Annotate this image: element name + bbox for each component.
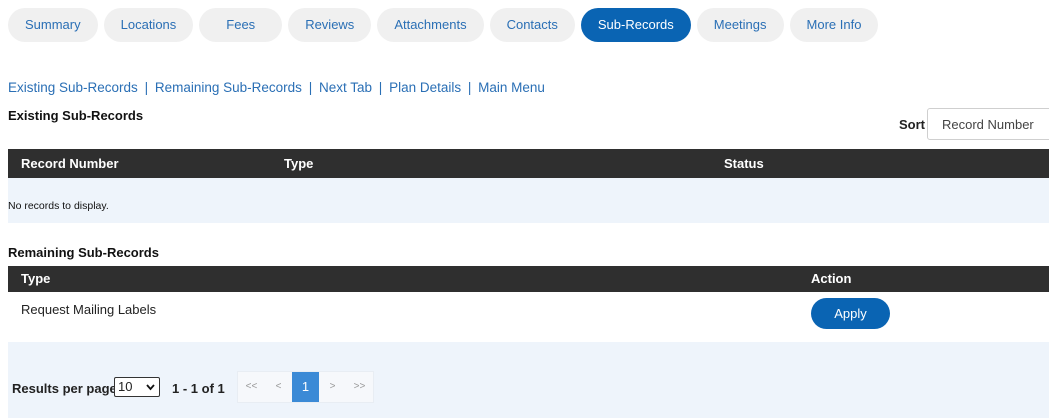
header-type: Type xyxy=(21,271,51,286)
link-main-menu[interactable]: Main Menu xyxy=(478,80,545,95)
link-next-tab[interactable]: Next Tab xyxy=(319,80,372,95)
link-separator: | xyxy=(308,80,313,95)
tab-summary[interactable]: Summary xyxy=(8,8,98,42)
tab-sub-records[interactable]: Sub-Records xyxy=(580,8,691,42)
sort-label: Sort xyxy=(899,117,925,132)
link-separator: | xyxy=(144,80,149,95)
link-separator: | xyxy=(378,80,383,95)
apply-button[interactable]: Apply xyxy=(811,298,890,329)
remaining-sub-records-title: Remaining Sub-Records xyxy=(8,245,159,260)
header-type[interactable]: Type xyxy=(284,149,313,178)
pagination-bar xyxy=(8,342,1049,418)
section-links: Existing Sub-Records | Remaining Sub-Rec… xyxy=(8,80,545,95)
results-per-page-value: 10 xyxy=(118,379,133,394)
existing-table-header: Record Number Type Status xyxy=(8,149,1049,178)
tab-bar: Summary Locations Fees Reviews Attachmen… xyxy=(8,8,879,42)
first-page-button[interactable]: << xyxy=(238,372,265,402)
link-plan-details[interactable]: Plan Details xyxy=(389,80,461,95)
link-remaining-sub-records[interactable]: Remaining Sub-Records xyxy=(155,80,302,95)
existing-sub-records-title: Existing Sub-Records xyxy=(8,108,144,123)
chevron-down-icon xyxy=(146,378,155,402)
remaining-table-header: Type Action xyxy=(8,266,1049,292)
pagination: << < 1 > >> xyxy=(237,371,374,403)
tab-reviews[interactable]: Reviews xyxy=(288,8,372,42)
link-existing-sub-records[interactable]: Existing Sub-Records xyxy=(8,80,138,95)
header-status[interactable]: Status xyxy=(724,149,764,178)
no-records-message: No records to display. xyxy=(8,200,109,212)
previous-page-button[interactable]: < xyxy=(265,372,292,402)
existing-empty-row: No records to display. xyxy=(8,178,1049,223)
results-per-page-select[interactable]: 10 xyxy=(114,377,160,397)
row-type-text: Request Mailing Labels xyxy=(21,302,157,317)
header-record-number[interactable]: Record Number xyxy=(21,149,119,178)
tab-locations[interactable]: Locations xyxy=(103,8,194,42)
sort-select[interactable]: Record Number xyxy=(927,108,1049,140)
tab-more-info[interactable]: More Info xyxy=(789,8,879,42)
last-page-button[interactable]: >> xyxy=(346,372,373,402)
results-range: 1 - 1 of 1 xyxy=(172,381,225,396)
tab-meetings[interactable]: Meetings xyxy=(696,8,784,42)
next-page-button[interactable]: > xyxy=(319,372,346,402)
sort-select-value: Record Number xyxy=(942,117,1034,132)
tab-contacts[interactable]: Contacts xyxy=(489,8,575,42)
table-row: Request Mailing Labels xyxy=(8,292,1049,342)
current-page-button[interactable]: 1 xyxy=(292,372,319,402)
link-separator: | xyxy=(467,80,472,95)
tab-attachments[interactable]: Attachments xyxy=(377,8,484,42)
header-action: Action xyxy=(811,271,852,286)
tab-fees[interactable]: Fees xyxy=(199,8,283,42)
results-per-page-label: Results per page xyxy=(12,381,117,396)
